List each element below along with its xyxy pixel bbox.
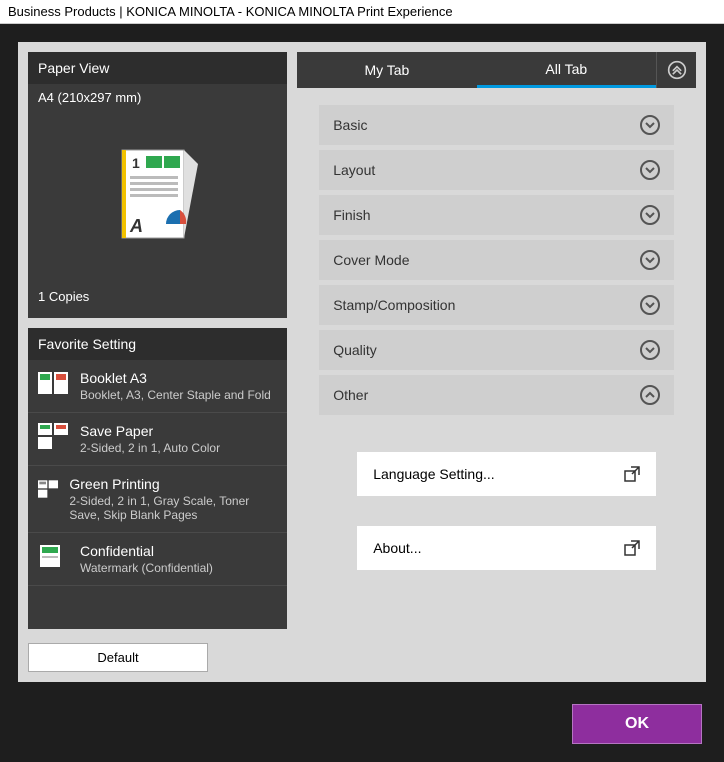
chevron-down-icon xyxy=(640,250,660,270)
right-column: My Tab All Tab Basic Layout Finish xyxy=(297,52,696,672)
tab-my-tab[interactable]: My Tab xyxy=(297,52,476,88)
popout-icon xyxy=(624,466,640,482)
favorite-settings-panel: Favorite Setting Booklet A3 Booklet, A3,… xyxy=(28,328,287,629)
chevron-down-icon xyxy=(640,115,660,135)
document-preview-icon: 1 A xyxy=(118,146,198,246)
other-subitems: Language Setting... About... xyxy=(297,420,696,570)
paper-view-header: Paper View xyxy=(28,52,287,84)
section-label: Quality xyxy=(333,342,377,358)
booklet-icon xyxy=(38,370,70,396)
left-column: Paper View A4 (210x297 mm) 1 xyxy=(28,52,287,672)
section-label: Cover Mode xyxy=(333,252,409,268)
popout-icon xyxy=(624,540,640,556)
favorite-header: Favorite Setting xyxy=(28,328,287,360)
favorite-desc: Watermark (Confidential) xyxy=(80,561,213,575)
scroll-top-button[interactable] xyxy=(656,52,696,88)
tab-all-tab[interactable]: All Tab xyxy=(477,52,656,88)
favorite-title: Green Printing xyxy=(69,476,277,492)
chevron-down-icon xyxy=(640,295,660,315)
paper-preview: 1 A xyxy=(28,111,287,281)
svg-text:A: A xyxy=(129,216,143,236)
save-paper-icon xyxy=(38,423,70,449)
paper-size-label: A4 (210x297 mm) xyxy=(28,84,287,111)
svg-text:1: 1 xyxy=(132,155,140,171)
favorite-item-booklet[interactable]: Booklet A3 Booklet, A3, Center Staple an… xyxy=(28,360,287,413)
section-label: Finish xyxy=(333,207,370,223)
chevron-down-icon xyxy=(640,205,660,225)
section-finish[interactable]: Finish xyxy=(319,195,674,235)
language-setting-button[interactable]: Language Setting... xyxy=(357,452,656,496)
favorite-item-save-paper[interactable]: Save Paper 2-Sided, 2 in 1, Auto Color xyxy=(28,413,287,466)
language-setting-label: Language Setting... xyxy=(373,466,494,482)
tab-bar: My Tab All Tab xyxy=(297,52,696,88)
favorite-item-green-printing[interactable]: Green Printing 2-Sided, 2 in 1, Gray Sca… xyxy=(28,466,287,533)
favorite-title: Booklet A3 xyxy=(80,370,271,386)
section-label: Other xyxy=(333,387,368,403)
chevron-down-icon xyxy=(640,340,660,360)
section-basic[interactable]: Basic xyxy=(319,105,674,145)
favorite-title: Confidential xyxy=(80,543,213,559)
default-button[interactable]: Default xyxy=(28,643,208,672)
section-stamp-composition[interactable]: Stamp/Composition xyxy=(319,285,674,325)
paper-view-panel: Paper View A4 (210x297 mm) 1 xyxy=(28,52,287,318)
section-quality[interactable]: Quality xyxy=(319,330,674,370)
favorite-title: Save Paper xyxy=(80,423,220,439)
window-title: Business Products | KONICA MINOLTA - KON… xyxy=(0,0,724,24)
green-printing-icon xyxy=(38,476,59,502)
scroll-top-icon xyxy=(667,60,687,80)
section-layout[interactable]: Layout xyxy=(319,150,674,190)
favorite-desc: 2-Sided, 2 in 1, Auto Color xyxy=(80,441,220,455)
app-frame: Paper View A4 (210x297 mm) 1 xyxy=(0,24,724,762)
favorite-desc: 2-Sided, 2 in 1, Gray Scale, Toner Save,… xyxy=(69,494,277,522)
favorite-desc: Booklet, A3, Center Staple and Fold xyxy=(80,388,271,402)
about-button[interactable]: About... xyxy=(357,526,656,570)
chevron-down-icon xyxy=(640,160,660,180)
ok-button[interactable]: OK xyxy=(572,704,702,744)
section-label: Layout xyxy=(333,162,375,178)
confidential-icon xyxy=(38,543,70,569)
sections-list: Basic Layout Finish Cover Mode Stamp/Com… xyxy=(297,88,696,600)
copies-label: 1 Copies xyxy=(28,281,287,318)
chevron-up-icon xyxy=(640,385,660,405)
section-label: Stamp/Composition xyxy=(333,297,455,313)
section-label: Basic xyxy=(333,117,367,133)
section-other[interactable]: Other xyxy=(319,375,674,415)
favorite-item-confidential[interactable]: Confidential Watermark (Confidential) xyxy=(28,533,287,586)
about-label: About... xyxy=(373,540,421,556)
main-panel: Paper View A4 (210x297 mm) 1 xyxy=(18,42,706,682)
section-cover-mode[interactable]: Cover Mode xyxy=(319,240,674,280)
